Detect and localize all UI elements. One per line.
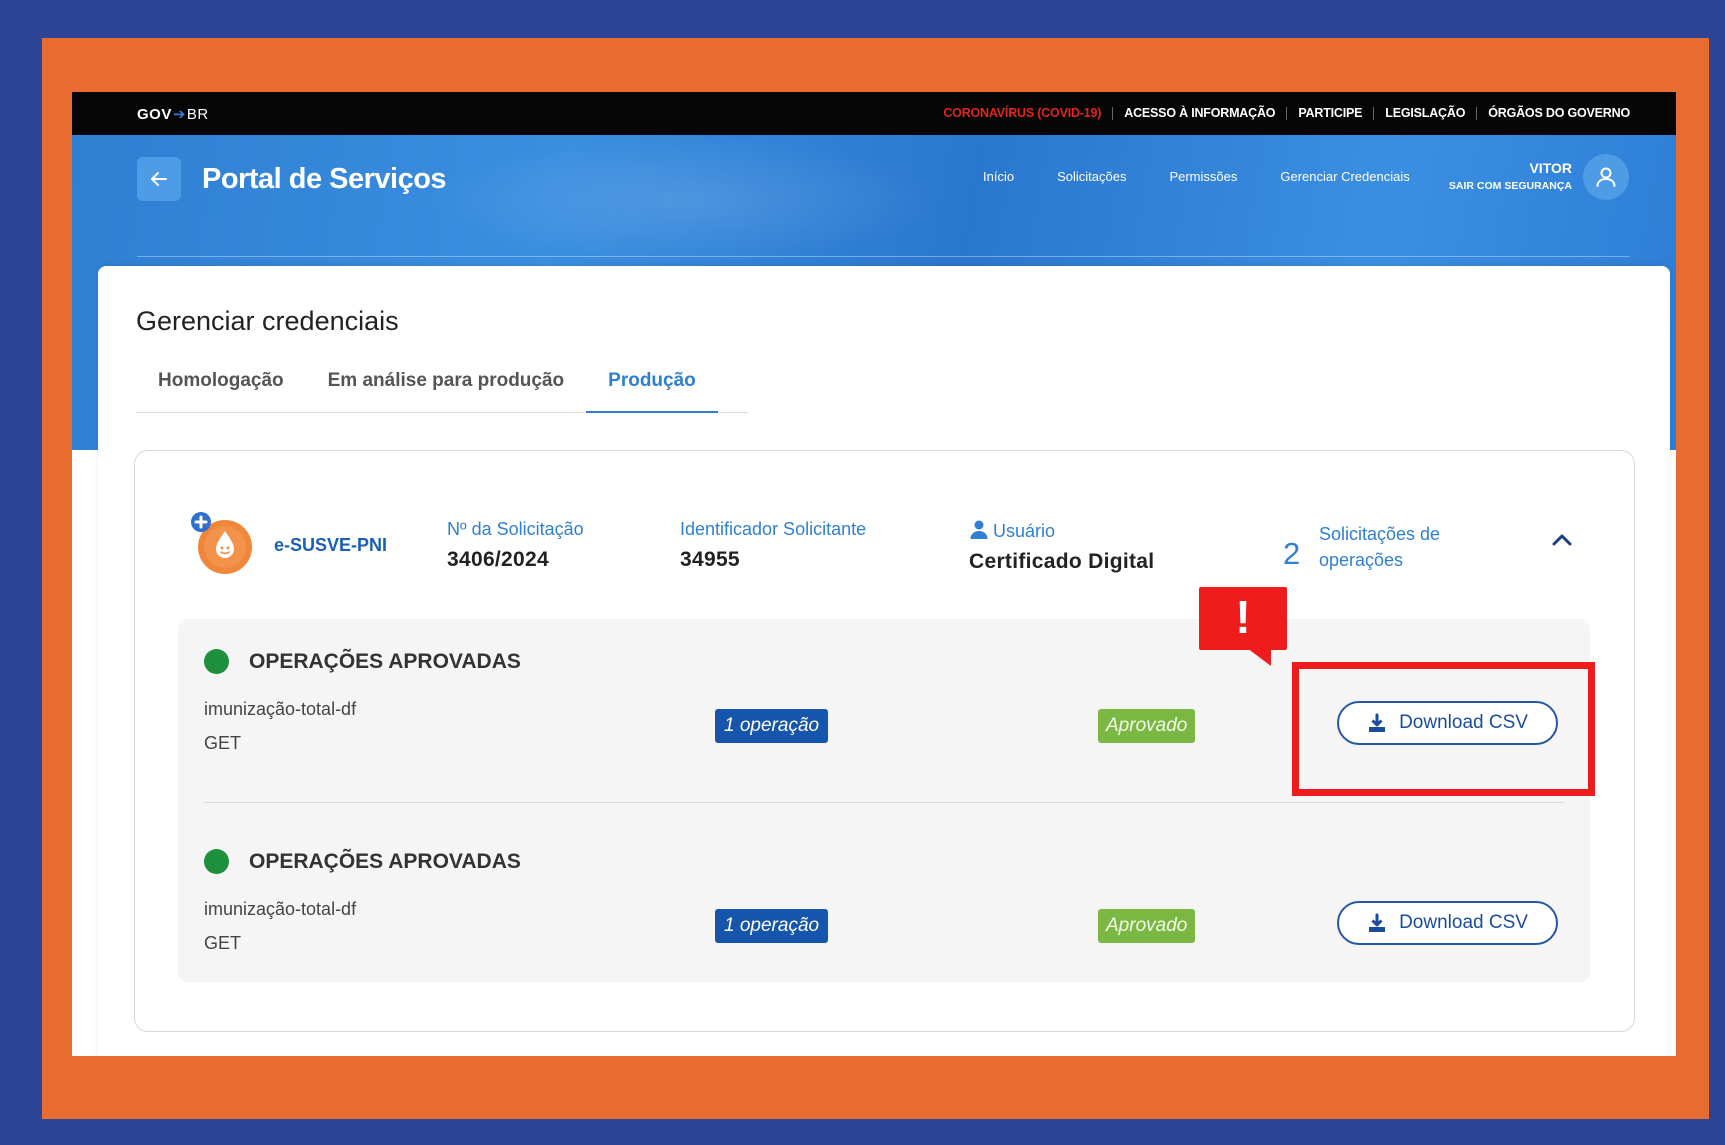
logo-br-text: BR [186,106,209,123]
browser-screen: GOV➔BR CORONAVÍRUS (COVID-19) ACESSO À I… [72,92,1676,1056]
operation-name: imunização-total-df [204,699,357,719]
operations-count: 2 [1283,536,1301,571]
nav-solicitacoes[interactable]: Solicitações [1057,169,1126,184]
link-covid[interactable]: CORONAVÍRUS (COVID-19) [943,106,1101,120]
operation-title: OPERAÇÕES APROVADAS [249,850,521,873]
identificador-value: 34955 [680,548,740,571]
nav-gerenciar-credenciais[interactable]: Gerenciar Credenciais [1280,169,1409,184]
usuario-label-row: Usuário [969,519,1154,542]
operation-title: OPERAÇÕES APROVADAS [249,650,521,673]
chevron-up-icon[interactable] [1551,531,1573,547]
link-participe[interactable]: PARTICIPE [1298,106,1362,120]
solicitacao-value: 3406/2024 [447,548,549,571]
divider [1373,106,1375,120]
operation-method: GET [204,933,242,953]
status-badge: Aprovado [1098,709,1196,743]
divider [1112,106,1114,120]
back-button[interactable] [137,157,181,201]
operation-row: OPERAÇÕES APROVADAS imunização-total-df … [178,819,1590,989]
user-icon [970,520,988,539]
page-title: Gerenciar credenciais [136,306,399,336]
status-dot [204,649,229,674]
arrow-left-icon [151,172,167,186]
operations-label-line2: operações [1319,550,1404,570]
divider [1286,106,1288,120]
tab-homologacao[interactable]: Homologação [136,358,306,412]
operation-count-badge: 1 operação [715,909,829,943]
operation-name: imunização-total-df [204,899,357,919]
identificador-col: Identificador Solicitante 34955 [680,519,866,572]
usuario-label: Usuário [993,521,1056,541]
download-csv-button[interactable]: Download CSV [1337,901,1558,945]
divider [1476,106,1478,120]
operation-count-badge: 1 operação [715,709,829,743]
main-content: Gerenciar credenciais Homologação Em aná… [98,266,1670,1056]
avatar[interactable] [1583,154,1629,200]
highlight-box [1292,662,1595,796]
operation-method: GET [204,733,242,753]
app-drop-icon [191,512,252,574]
header-divider [137,256,1630,257]
alert-bubble: ! [1199,587,1287,650]
user-icon [1596,167,1616,187]
logo-arrow-icon: ➔ [172,106,186,123]
tab-producao[interactable]: Produção [586,358,718,413]
identificador-label: Identificador Solicitante [680,519,867,539]
alert-bubble-tail [1247,648,1271,666]
status-badge: Aprovado [1098,909,1196,943]
nav-permissoes[interactable]: Permissões [1169,169,1237,184]
user-name: VITOR [1529,160,1572,176]
solicitacao-label: Nº da Solicitação [447,519,584,539]
solicitacao-col: Nº da Solicitação 3406/2024 [447,519,584,572]
operations-label-line1: Solicitações de [1319,524,1441,544]
download-csv-label: Download CSV [1399,912,1528,933]
usuario-col: Usuário Certificado Digital [969,519,1154,574]
portal-title[interactable]: Portal de Serviços [202,163,447,196]
govbr-logo[interactable]: GOV➔BR [137,105,209,123]
download-icon [1369,913,1386,932]
user-menu[interactable]: VITOR SAIR COM SEGURANÇA [1449,160,1572,192]
gov-top-bar: GOV➔BR CORONAVÍRUS (COVID-19) ACESSO À I… [72,92,1676,135]
usuario-value: Certificado Digital [969,550,1155,573]
tab-em-analise[interactable]: Em análise para produção [306,358,587,412]
row-divider [204,802,1564,803]
nav-inicio[interactable]: Início [983,169,1014,184]
main-nav: Início Solicitações Permissões Gerenciar… [983,169,1453,184]
gov-links: CORONAVÍRUS (COVID-19) ACESSO À INFORMAÇ… [943,106,1630,120]
logo-gov-text: GOV [137,106,172,123]
status-dot [204,849,229,874]
operations-count-label: Solicitações de operações [1319,521,1440,573]
link-legislacao[interactable]: LEGISLAÇÃO [1385,106,1465,120]
logout-link[interactable]: SAIR COM SEGURANÇA [1449,180,1572,192]
link-orgaos-governo[interactable]: ÓRGÃOS DO GOVERNO [1488,106,1630,120]
tabs: Homologação Em análise para produção Pro… [136,358,748,413]
app-name: e-SUSVE-PNI [274,535,388,555]
link-acesso-informacao[interactable]: ACESSO À INFORMAÇÃO [1124,106,1275,120]
